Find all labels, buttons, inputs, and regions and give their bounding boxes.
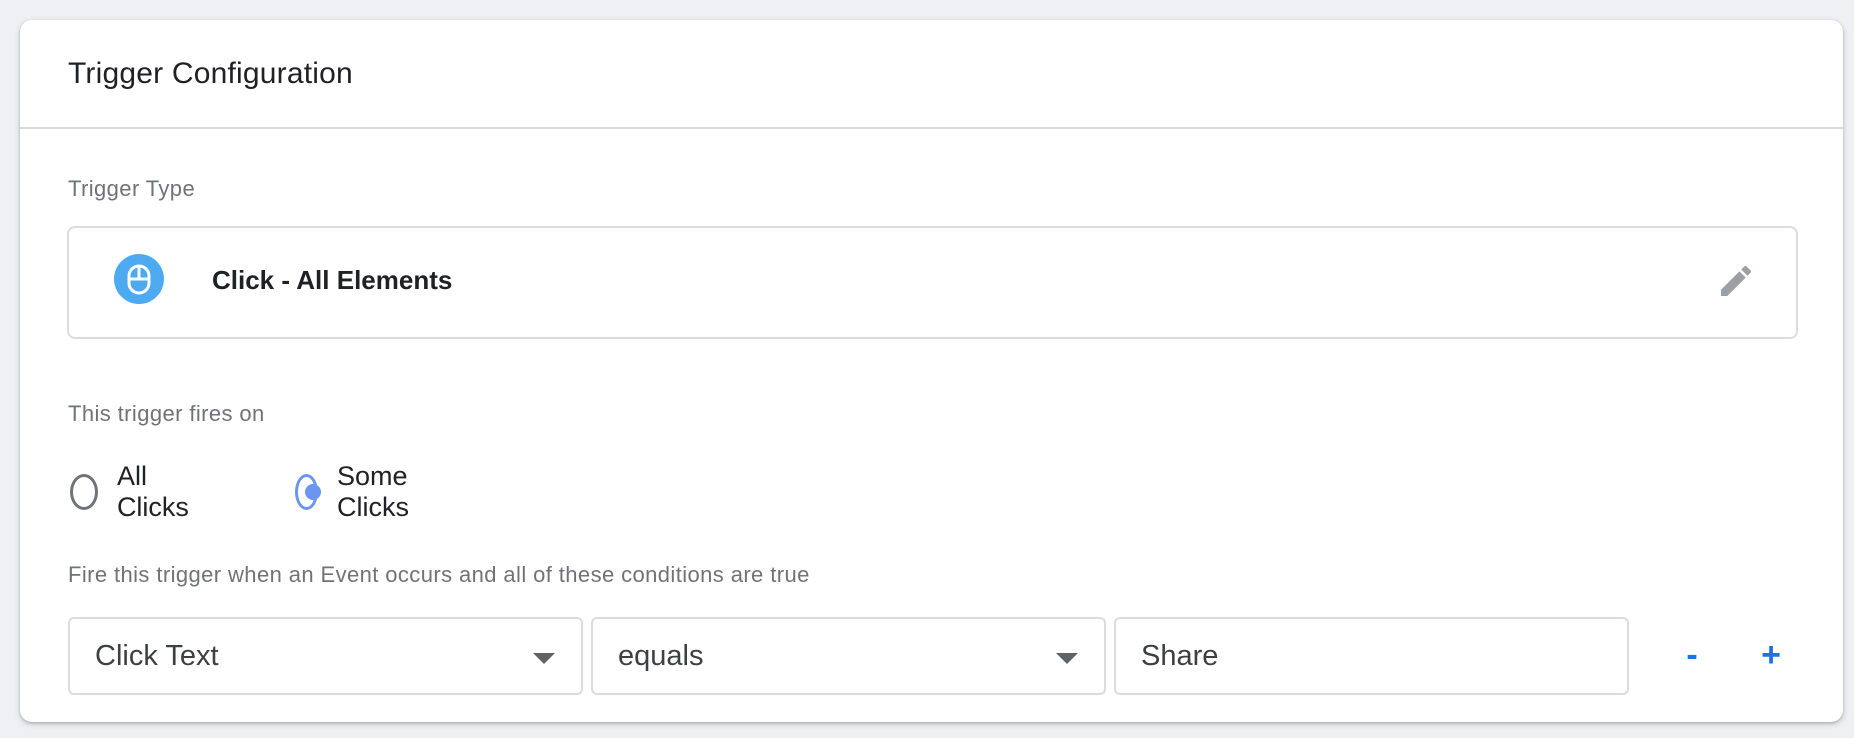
trigger-configuration-card: Trigger Configuration Trigger Type Click…: [20, 20, 1843, 722]
fires-on-label: This trigger fires on: [68, 401, 265, 426]
trigger-type-label: Trigger Type: [68, 176, 196, 201]
condition-value-input[interactable]: Share: [1114, 617, 1629, 695]
radio-button-unselected[interactable]: [70, 474, 98, 510]
variable-select[interactable]: Click Text: [68, 617, 583, 695]
operator-select-value: equals: [618, 639, 704, 672]
card-header: Trigger Configuration: [20, 20, 1843, 129]
radio-some-clicks[interactable]: Some Clicks: [295, 461, 422, 522]
trigger-type-name: Click - All Elements: [212, 265, 453, 295]
pencil-icon[interactable]: [1716, 261, 1756, 301]
radio-label-all-clicks: All Clicks: [116, 461, 189, 522]
mouse-icon: [114, 254, 164, 304]
operator-select[interactable]: equals: [591, 617, 1106, 695]
chevron-down-icon: [1056, 653, 1078, 664]
radio-label-some-clicks: Some Clicks: [337, 461, 409, 522]
chevron-down-icon: [533, 653, 555, 664]
radio-all-clicks[interactable]: All Clicks: [70, 461, 197, 522]
remove-condition-button[interactable]: -: [1667, 630, 1717, 680]
variable-select-value: Click Text: [95, 639, 219, 672]
condition-value-text: Share: [1141, 639, 1219, 672]
radio-button-selected[interactable]: [295, 474, 321, 510]
card-title: Trigger Configuration: [68, 56, 353, 90]
conditions-label: Fire this trigger when an Event occurs a…: [68, 562, 810, 587]
add-condition-button[interactable]: +: [1746, 630, 1796, 680]
